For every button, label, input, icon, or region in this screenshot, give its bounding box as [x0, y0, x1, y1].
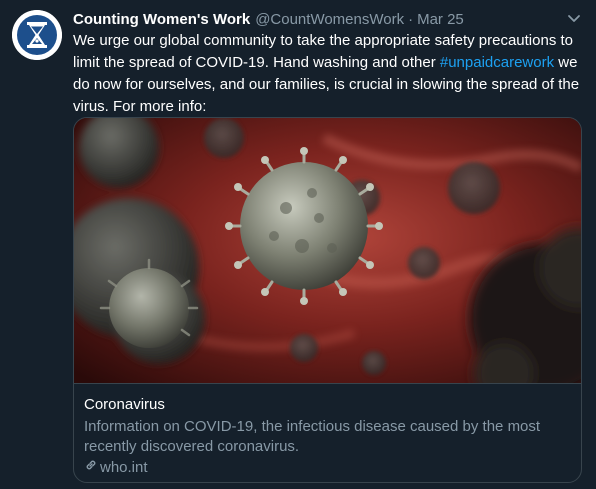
card-title: Coronavirus — [84, 396, 165, 413]
card-image[interactable] — [74, 118, 581, 383]
hourglass-logo-icon — [12, 10, 62, 60]
tweet-text: We urge our global community to take the… — [73, 30, 585, 118]
tweet[interactable]: Counting Women's Work @CountWomensWork ·… — [0, 0, 596, 489]
tweet-date[interactable]: Mar 25 — [417, 11, 464, 28]
card-description: Information on COVID-19, the infectious … — [84, 418, 541, 455]
link-card[interactable]: Coronavirus Information on COVID-19, the… — [73, 117, 582, 483]
hashtag-link[interactable]: #unpaidcarework — [440, 54, 554, 71]
user-handle[interactable]: @CountWomensWork — [255, 11, 404, 28]
card-domain: who.int — [100, 458, 148, 476]
link-icon — [84, 458, 98, 476]
separator-dot: · — [408, 10, 414, 28]
avatar[interactable] — [12, 10, 62, 60]
more-options-button[interactable] — [562, 8, 586, 30]
tweet-header: Counting Women's Work @CountWomensWork ·… — [73, 10, 464, 28]
card-details[interactable]: Coronavirus Information on COVID-19, the… — [74, 383, 581, 482]
card-link-domain: who.int — [84, 458, 148, 476]
display-name[interactable]: Counting Women's Work — [73, 11, 250, 28]
coronavirus-illustration-icon — [74, 118, 581, 383]
chevron-down-icon — [568, 15, 580, 22]
